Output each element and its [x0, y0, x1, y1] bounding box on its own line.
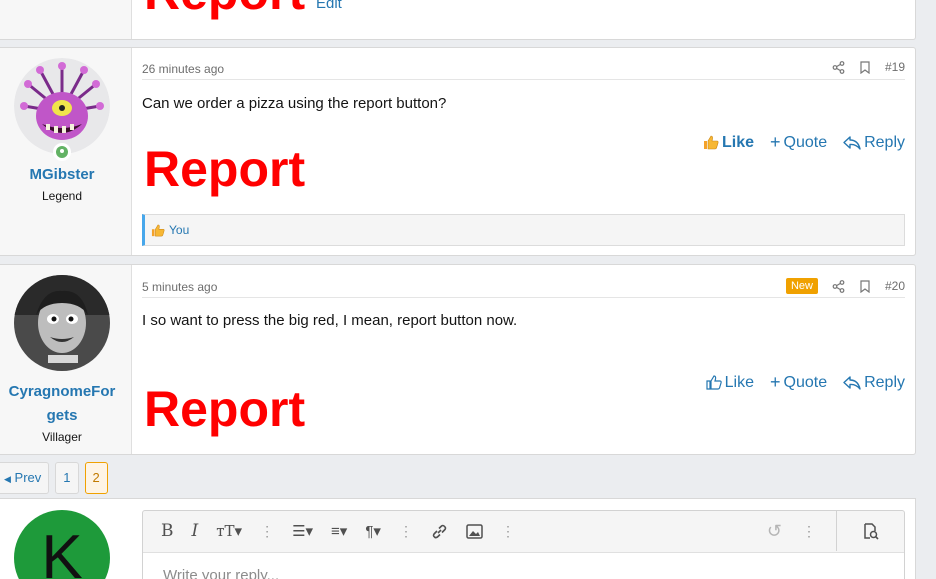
- image-icon[interactable]: [466, 523, 483, 539]
- more-options-icon[interactable]: ⋮: [399, 523, 413, 540]
- new-badge: New: [785, 278, 818, 294]
- user-column: MGibster Legend: [0, 48, 132, 255]
- username[interactable]: MGibster: [0, 163, 124, 187]
- post-19: MGibster Legend 26 minutes ago #19 Can w…: [0, 47, 916, 256]
- report-button[interactable]: Report: [144, 144, 305, 194]
- share-icon[interactable]: [832, 60, 845, 74]
- reply-arrow-icon: [843, 135, 861, 150]
- user-column: CyragnomeFor gets Villager: [0, 265, 132, 454]
- post-number[interactable]: #20: [885, 279, 905, 293]
- avatar[interactable]: [14, 58, 110, 154]
- bold-icon[interactable]: B: [161, 521, 174, 541]
- quick-reply: K B I тT▾ ⋮ ☰▾ ≡▾ ¶▾ ⋮ ⋮ ↺ ⋮ Write your …: [0, 498, 916, 579]
- page-link-1[interactable]: 1: [55, 462, 79, 494]
- plus-icon: +: [769, 372, 781, 392]
- username[interactable]: CyragnomeFor gets: [0, 380, 124, 428]
- post-meta: 5 minutes ago New #20: [142, 274, 905, 298]
- thumbs-up-outline-icon: [706, 375, 722, 390]
- user-title: Legend: [41, 189, 83, 203]
- post-time[interactable]: 26 minutes ago: [142, 62, 224, 76]
- list-icon[interactable]: ☰▾: [292, 522, 313, 540]
- post-actions: Like + Quote Reply: [706, 372, 905, 393]
- thumbs-up-icon: [703, 135, 719, 150]
- bookmark-icon[interactable]: [859, 279, 871, 293]
- rich-text-editor: B I тT▾ ⋮ ☰▾ ≡▾ ¶▾ ⋮ ⋮ ↺ ⋮ Write your re…: [142, 510, 905, 579]
- page-link-2[interactable]: 2: [84, 462, 108, 494]
- post-partial: Report Edit: [0, 0, 916, 40]
- text-size-icon[interactable]: тT▾: [216, 522, 242, 540]
- user-column: [0, 0, 132, 39]
- post-time[interactable]: 5 minutes ago: [142, 280, 217, 294]
- user-title: Villager: [42, 430, 82, 444]
- report-button[interactable]: Report: [144, 0, 305, 17]
- preview-button[interactable]: [836, 511, 904, 551]
- more-options-icon[interactable]: ⋮: [260, 523, 274, 540]
- link-icon[interactable]: [431, 523, 448, 540]
- quote-button[interactable]: + Quote: [770, 132, 827, 153]
- post-number[interactable]: #19: [885, 60, 905, 74]
- bookmark-icon[interactable]: [859, 60, 871, 74]
- like-button[interactable]: Like: [706, 374, 754, 392]
- reply-button[interactable]: Reply: [843, 374, 905, 392]
- prev-page-button[interactable]: ◀ Prev: [0, 462, 50, 494]
- more-options-icon[interactable]: ⋮: [802, 523, 816, 540]
- paragraph-icon[interactable]: ¶▾: [365, 522, 381, 540]
- reaction-users[interactable]: You: [169, 223, 189, 237]
- thumbs-up-icon: [151, 224, 165, 237]
- reply-arrow-icon: [843, 375, 861, 390]
- align-icon[interactable]: ≡▾: [331, 522, 347, 540]
- post-meta: 26 minutes ago #19: [142, 56, 905, 80]
- caret-left-icon: ◀: [4, 474, 11, 484]
- avatar: K: [14, 510, 110, 579]
- plus-icon: +: [769, 132, 781, 152]
- edit-link[interactable]: Edit: [316, 0, 342, 12]
- preview-icon: [862, 522, 879, 540]
- quote-button[interactable]: + Quote: [770, 372, 827, 393]
- italic-icon[interactable]: I: [192, 521, 199, 541]
- online-indicator: [53, 143, 71, 161]
- reactions-bar[interactable]: You: [142, 214, 905, 246]
- share-icon[interactable]: [832, 279, 845, 293]
- post-actions: Like + Quote Reply: [703, 132, 905, 153]
- reply-button[interactable]: Reply: [843, 134, 905, 152]
- post-body: Can we order a pizza using the report bu…: [142, 95, 447, 112]
- post-20: CyragnomeFor gets Villager 5 minutes ago …: [0, 264, 916, 455]
- reply-input[interactable]: Write your reply...: [143, 552, 904, 579]
- pagination: ◀ Prev 1 2: [0, 462, 108, 494]
- post-body: I so want to press the big red, I mean, …: [142, 312, 518, 329]
- more-options-icon[interactable]: ⋮: [501, 523, 515, 540]
- editor-toolbar: B I тT▾ ⋮ ☰▾ ≡▾ ¶▾ ⋮ ⋮ ↺ ⋮: [143, 511, 904, 551]
- report-button[interactable]: Report: [144, 384, 305, 434]
- undo-icon[interactable]: ↺: [767, 521, 782, 542]
- like-button[interactable]: Like: [703, 134, 754, 152]
- avatar[interactable]: [14, 275, 110, 371]
